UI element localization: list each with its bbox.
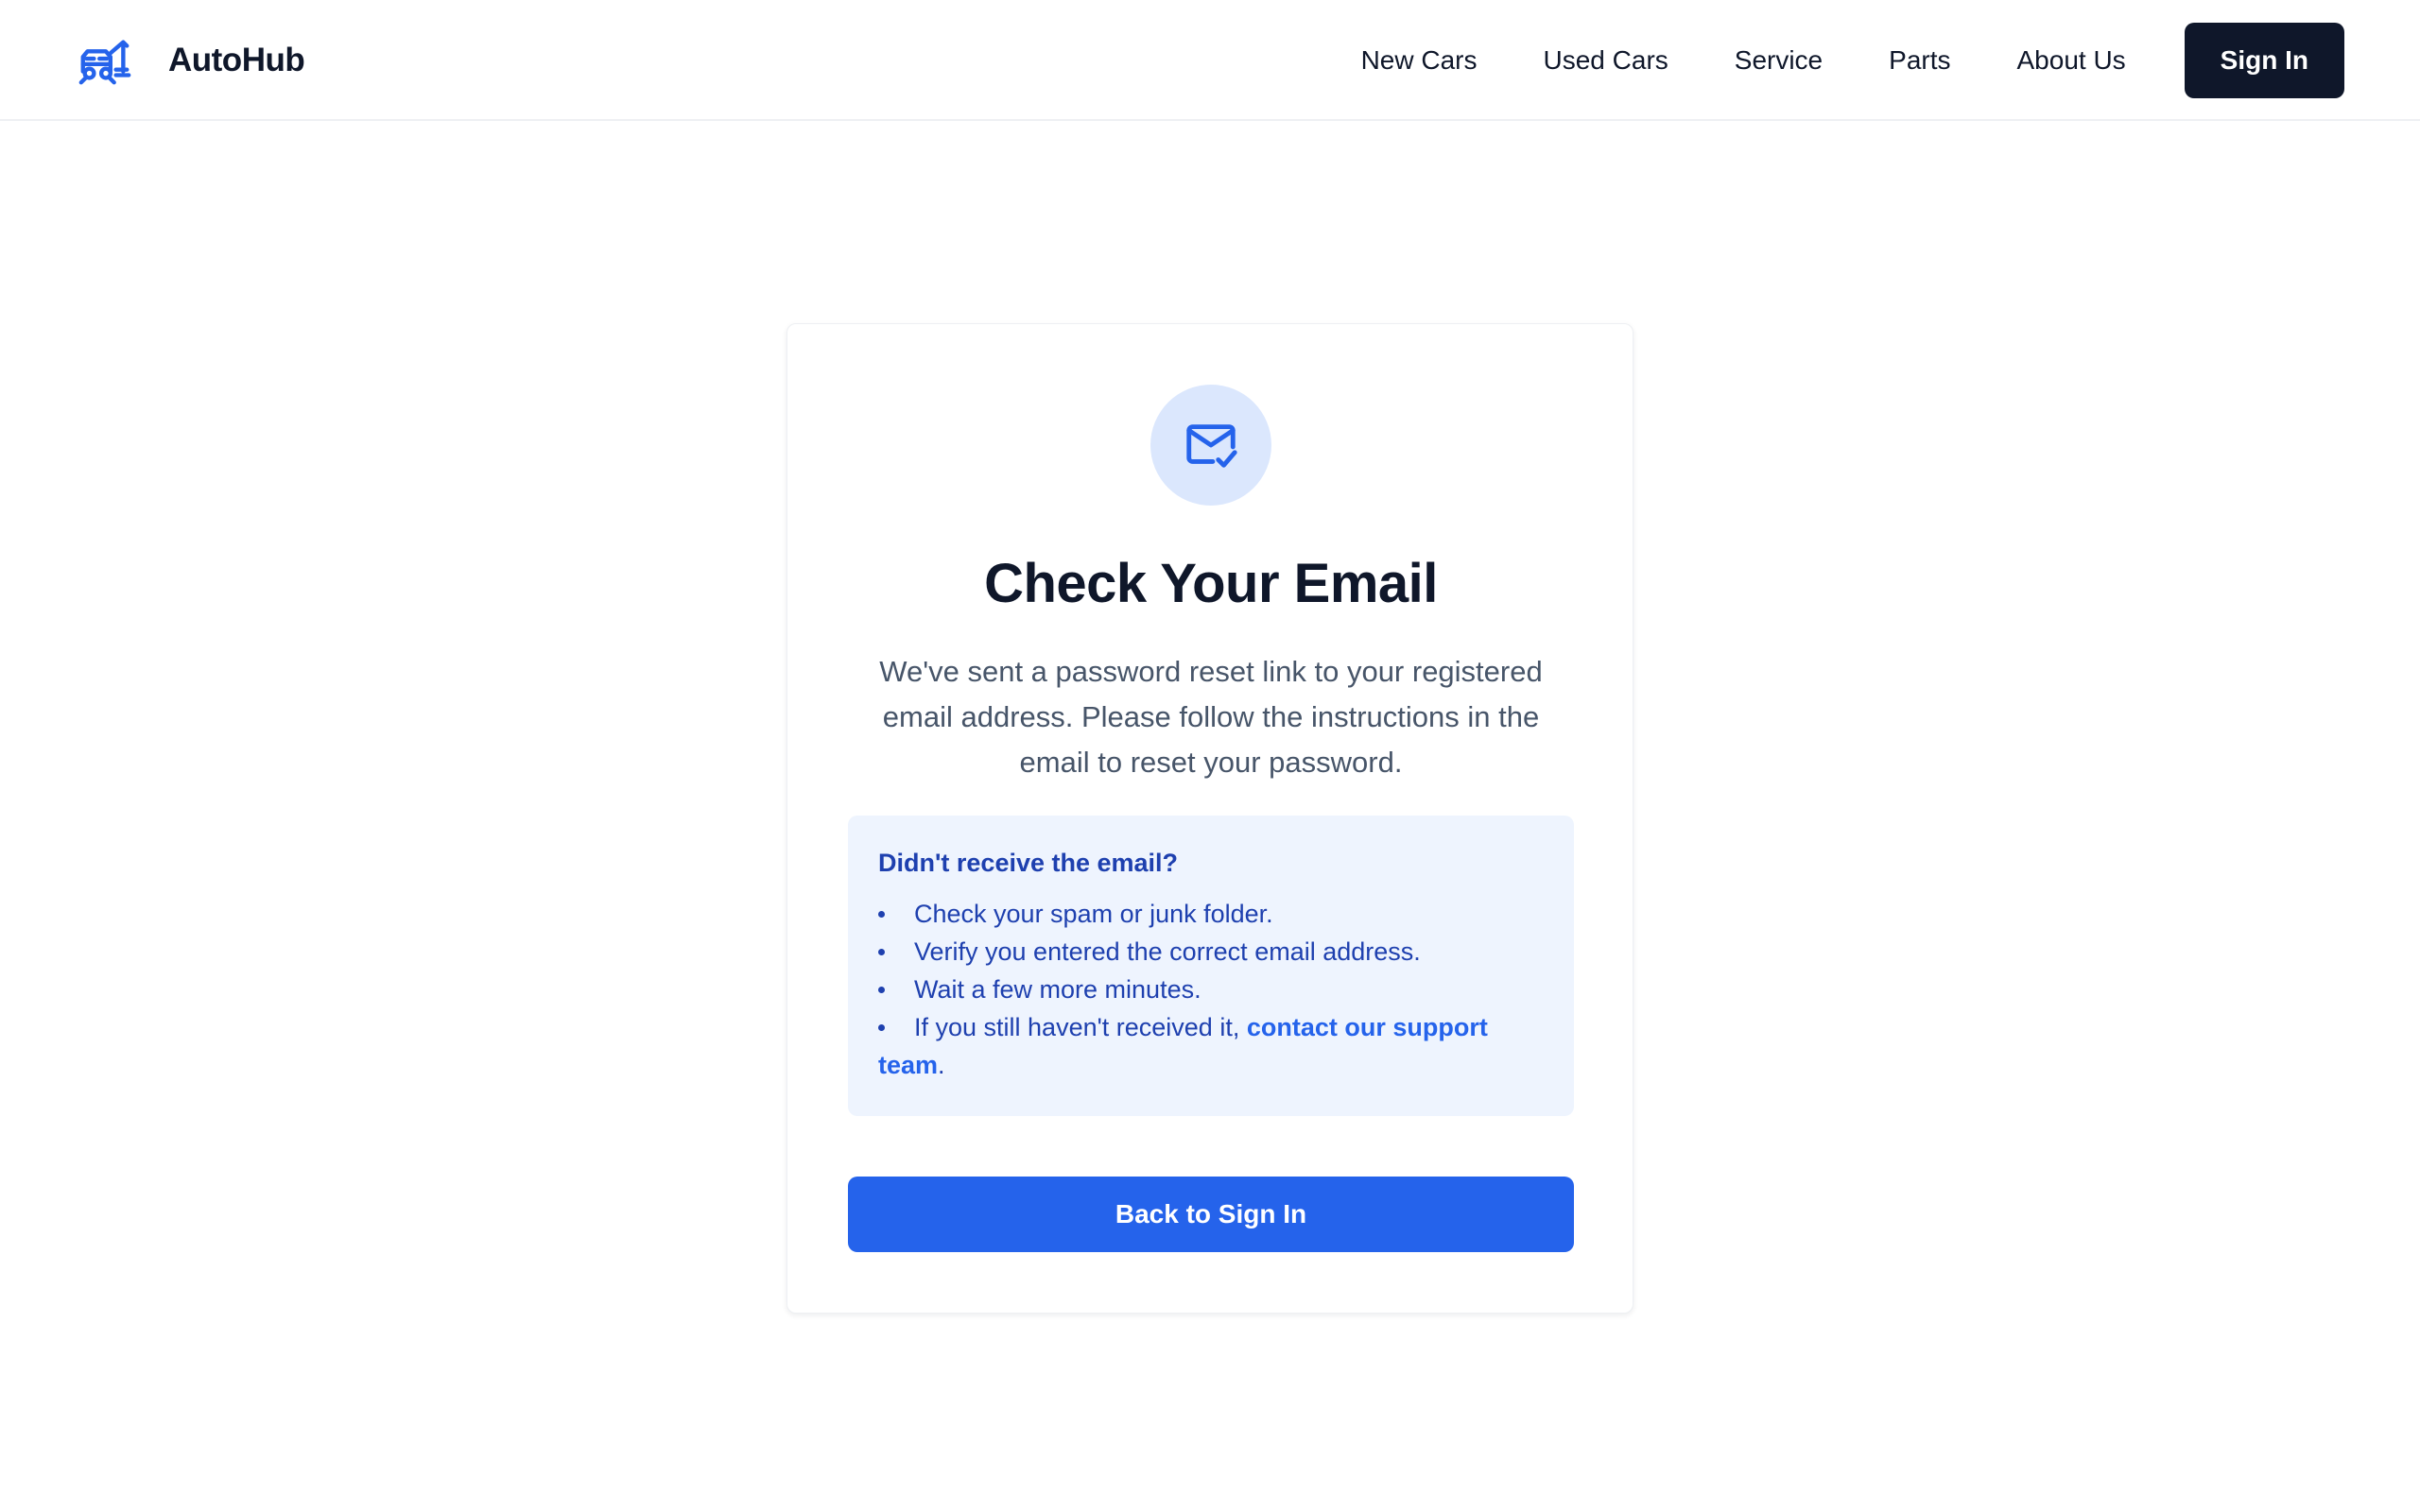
site-header: AutoHub New Cars Used Cars Service Parts… <box>0 0 2420 121</box>
tip-item: Check your spam or junk folder. <box>878 895 1544 933</box>
page-title: Check Your Email <box>984 553 1438 614</box>
nav-parts[interactable]: Parts <box>1889 45 1950 76</box>
reset-description: We've sent a password reset link to your… <box>879 655 1543 779</box>
car-hub-icon <box>78 40 131 85</box>
tip-item-support: If you still haven't received it, contac… <box>878 1008 1544 1084</box>
help-box: Didn't receive the email? Check your spa… <box>848 816 1574 1116</box>
nav-new-cars[interactable]: New Cars <box>1361 45 1478 76</box>
mail-icon-badge <box>1150 385 1271 506</box>
nav-used-cars[interactable]: Used Cars <box>1544 45 1668 76</box>
help-title: Didn't receive the email? <box>878 849 1179 877</box>
nav-about-us[interactable]: About Us <box>2017 45 2126 76</box>
check-email-card: Check Your Email We've sent a password r… <box>786 323 1634 1314</box>
tip-item: Wait a few more minutes. <box>878 971 1544 1008</box>
tip-support-prefix: If you still haven't received it, <box>914 1013 1247 1041</box>
nav-service[interactable]: Service <box>1735 45 1823 76</box>
mail-check-icon <box>1186 424 1237 468</box>
brand[interactable]: AutoHub <box>76 30 305 91</box>
brand-name: AutoHub <box>168 42 305 78</box>
help-tips-list: Check your spam or junk folder. Verify y… <box>878 895 1544 1084</box>
sign-in-button[interactable]: Sign In <box>2184 23 2344 98</box>
main-nav: New Cars Used Cars Service Parts About U… <box>1361 23 2344 98</box>
back-to-sign-in-button[interactable]: Back to Sign In <box>848 1177 1574 1252</box>
tip-support-suffix: . <box>938 1051 945 1079</box>
tip-item: Verify you entered the correct email add… <box>878 933 1544 971</box>
